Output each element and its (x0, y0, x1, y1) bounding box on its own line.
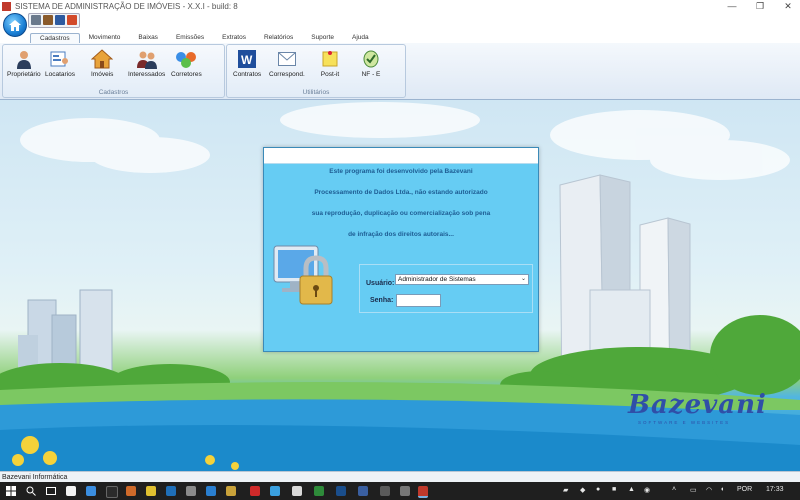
tab-baixas[interactable]: Baixas (129, 33, 167, 43)
application-menu-button[interactable] (3, 13, 27, 37)
exit-icon[interactable] (67, 15, 77, 25)
show-hidden-icons-icon[interactable]: ˄ (672, 486, 676, 493)
search-button[interactable] (24, 485, 38, 497)
post-it-button[interactable]: Post-it (319, 49, 341, 78)
correspond-button[interactable]: Correspond. (269, 49, 305, 78)
brand-tagline: SOFTWARE E WEBSITES (638, 420, 731, 425)
tab-ajuda[interactable]: Ajuda (343, 33, 378, 43)
tray-icon[interactable]: ◉ (644, 486, 650, 494)
dialog-header (264, 148, 538, 164)
volume-icon[interactable]: ◖ (720, 486, 724, 493)
taskbar-active-app-icon[interactable] (418, 486, 428, 498)
close-button[interactable]: ✕ (776, 0, 800, 12)
taskbar-app-icon[interactable] (146, 486, 156, 496)
taskbar-app-icon[interactable] (380, 486, 390, 496)
group-utilitarios: W Contratos Correspond. Post-it NF - E U… (226, 44, 406, 98)
interessados-button[interactable]: Interessados (128, 49, 165, 78)
tab-suporte[interactable]: Suporte (302, 33, 343, 43)
login-form: Usuário: Administrador de Sistemas ⌄ Sen… (359, 264, 533, 313)
tab-relatorios[interactable]: Relatórios (255, 33, 302, 43)
start-button[interactable] (4, 485, 18, 497)
language-indicator[interactable]: POR (737, 486, 752, 493)
tray-icon[interactable]: ● (596, 486, 600, 493)
ribbon-panel: Proprietário Locatarios Imóveis Interess… (0, 43, 800, 100)
taskbar-app-icon[interactable] (358, 486, 368, 496)
taskbar-app-icon[interactable] (226, 486, 236, 496)
minimize-button[interactable]: — (720, 0, 744, 12)
task-view-button[interactable] (44, 485, 58, 497)
tab-extratos[interactable]: Extratos (213, 33, 255, 43)
word-document-icon: W (236, 49, 258, 69)
tray-icon[interactable]: ▲ (628, 486, 635, 493)
taskbar-app-icon[interactable] (186, 486, 196, 496)
status-text: Bazevani Informática (2, 474, 68, 481)
home-icon (9, 19, 21, 31)
tab-movimento[interactable]: Movimento (80, 33, 130, 43)
brokers-icon (175, 49, 197, 69)
envelope-icon (276, 49, 298, 69)
tenant-list-icon (49, 49, 71, 69)
house-icon (91, 49, 114, 69)
taskbar-app-icon[interactable] (292, 486, 302, 496)
imoveis-button[interactable]: Imóveis (91, 49, 113, 78)
taskbar-app-icon[interactable] (86, 486, 96, 496)
taskbar-app-icon[interactable] (400, 486, 410, 496)
windows-taskbar: ▰ ◆ ● ■ ▲ ◉ ˄ ▭ ◠ ◖ POR 17:33 (0, 482, 800, 500)
brand-name: Bazevani (628, 390, 767, 420)
wifi-icon[interactable]: ◠ (706, 486, 712, 494)
network-icon[interactable]: ▰ (563, 486, 568, 494)
tab-cadastros[interactable]: Cadastros (30, 33, 80, 43)
taskbar-app-icon[interactable] (250, 486, 260, 496)
window-title: SISTEMA DE ADMINISTRAÇÃO DE IMÓVEIS - X.… (15, 1, 238, 11)
lock-computer-icon (273, 245, 333, 305)
user-select[interactable]: Administrador de Sistemas ⌄ (395, 274, 529, 285)
ribbon-tabs: Cadastros Movimento Baixas Emissões Extr… (30, 33, 378, 43)
app-logo-icon (2, 1, 11, 11)
invoice-icon (360, 49, 382, 69)
locatarios-button[interactable]: Locatarios (45, 49, 75, 78)
password-field[interactable] (396, 294, 441, 307)
taskbar-app-icon[interactable] (336, 486, 346, 496)
quick-access-toolbar (28, 13, 80, 28)
user-label: Usuário: (366, 280, 395, 287)
contratos-button[interactable]: W Contratos (233, 49, 261, 78)
group-label-utilitarios: Utilitários (302, 89, 330, 96)
people-icon (136, 49, 158, 69)
taskbar-app-icon[interactable] (126, 486, 136, 496)
svg-text:W: W (241, 53, 253, 67)
group-label-cadastros: Cadastros (98, 89, 129, 96)
corretores-button[interactable]: Corretores (171, 49, 202, 78)
title-bar: SISTEMA DE ADMINISTRAÇÃO DE IMÓVEIS - X.… (0, 0, 800, 12)
tray-icon[interactable]: ■ (612, 486, 616, 493)
taskbar-app-icon[interactable] (106, 486, 118, 498)
chevron-down-icon: ⌄ (520, 276, 526, 282)
sticky-note-icon (319, 49, 341, 69)
calculator-icon[interactable] (31, 15, 41, 25)
nfe-button[interactable]: NF - E (360, 49, 382, 78)
tray-icon[interactable]: ◆ (580, 486, 585, 494)
restore-button[interactable]: ❐ (748, 0, 772, 12)
clock[interactable]: 17:33 (766, 486, 784, 493)
search-icon (26, 486, 36, 496)
taskbar-app-icon[interactable] (66, 486, 76, 496)
password-label: Senha: (370, 297, 394, 304)
taskbar-app-icon[interactable] (314, 486, 324, 496)
windows-icon (6, 486, 16, 496)
battery-icon[interactable]: ▭ (690, 486, 697, 494)
bazevani-logo: Bazevani SOFTWARE E WEBSITES (628, 390, 767, 425)
group-cadastros: Proprietário Locatarios Imóveis Interess… (2, 44, 225, 98)
save-icon[interactable] (55, 15, 65, 25)
login-dialog: Este programa foi desenvolvido pela Baze… (263, 147, 539, 352)
taskbar-app-icon[interactable] (206, 486, 216, 496)
owner-icon (13, 49, 35, 69)
house-icon[interactable] (43, 15, 53, 25)
proprietario-button[interactable]: Proprietário (7, 49, 41, 78)
taskbar-app-icon[interactable] (166, 486, 176, 496)
task-view-icon (46, 487, 56, 495)
taskbar-app-icon[interactable] (270, 486, 280, 496)
tab-emissoes[interactable]: Emissões (167, 33, 213, 43)
